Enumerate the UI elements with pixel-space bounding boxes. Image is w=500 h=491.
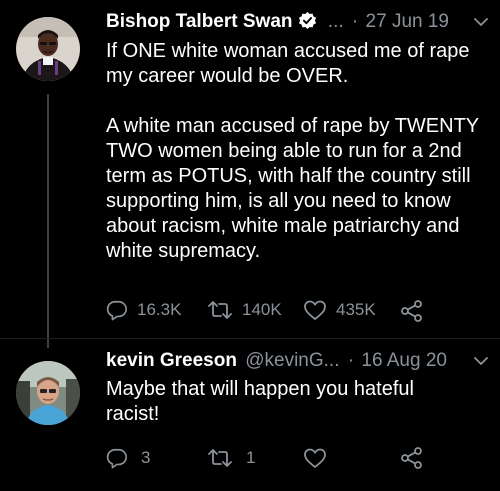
display-name[interactable]: kevin Greeson [106, 350, 237, 371]
reply-count: 16.3K [137, 300, 182, 319]
share-button[interactable] [400, 300, 424, 322]
like-button[interactable] [303, 447, 336, 469]
avatar-bishop-talbert-swan[interactable] [16, 17, 80, 81]
retweet-count: 1 [246, 448, 256, 467]
chevron-down-icon[interactable] [474, 356, 488, 366]
tweet-date[interactable]: 16 Aug 20 [361, 350, 447, 371]
separator-dot: · [351, 11, 359, 32]
avatar-kevin-greeson[interactable] [16, 361, 80, 425]
display-name[interactable]: Bishop Talbert Swan [106, 11, 293, 32]
retweet-button[interactable]: 1 [207, 447, 255, 469]
tweet-body: If ONE white woman accused me of rape my… [106, 39, 491, 264]
share-button[interactable] [400, 447, 424, 469]
chevron-down-icon[interactable] [474, 17, 488, 27]
share-icon [401, 300, 422, 322]
avatar-bishop-image [16, 17, 80, 81]
handle-truncated[interactable]: ... [328, 11, 344, 32]
like-button[interactable]: 435K [303, 299, 376, 321]
retweet-icon [208, 449, 232, 467]
like-icon [304, 448, 326, 468]
verified-badge-icon [298, 11, 317, 36]
tweet-divider [0, 338, 500, 339]
thread-connector-line [47, 94, 49, 348]
tweet-header: kevin Greeson @kevinG... · 16 Aug 20 [106, 350, 447, 372]
separator-dot: · [347, 350, 355, 371]
tweet-header: Bishop Talbert Swan ... · 27 Jun 19 [106, 11, 449, 36]
like-count: 435K [336, 300, 376, 319]
reply-icon [106, 448, 127, 469]
avatar-kevin-image [16, 361, 80, 425]
reply-icon [106, 300, 127, 321]
reply-button[interactable]: 3 [106, 447, 150, 469]
retweet-icon [208, 301, 232, 319]
reply-count: 3 [141, 448, 151, 467]
reply-button[interactable]: 16.3K [106, 299, 181, 321]
like-icon [304, 300, 326, 320]
retweet-button[interactable]: 140K [207, 299, 282, 321]
share-icon [401, 447, 422, 469]
retweet-count: 140K [242, 300, 282, 319]
tweet-body: Maybe that will happen you hateful racis… [106, 377, 436, 427]
tweet-paragraph: Maybe that will happen you hateful racis… [106, 378, 414, 425]
tweet-paragraph: If ONE white woman accused me of rape my… [106, 40, 470, 87]
tweet-paragraph: A white man accused of rape by TWENTY TW… [106, 115, 479, 262]
tweet-date[interactable]: 27 Jun 19 [366, 11, 449, 32]
user-handle[interactable]: @kevinG... [245, 350, 339, 371]
